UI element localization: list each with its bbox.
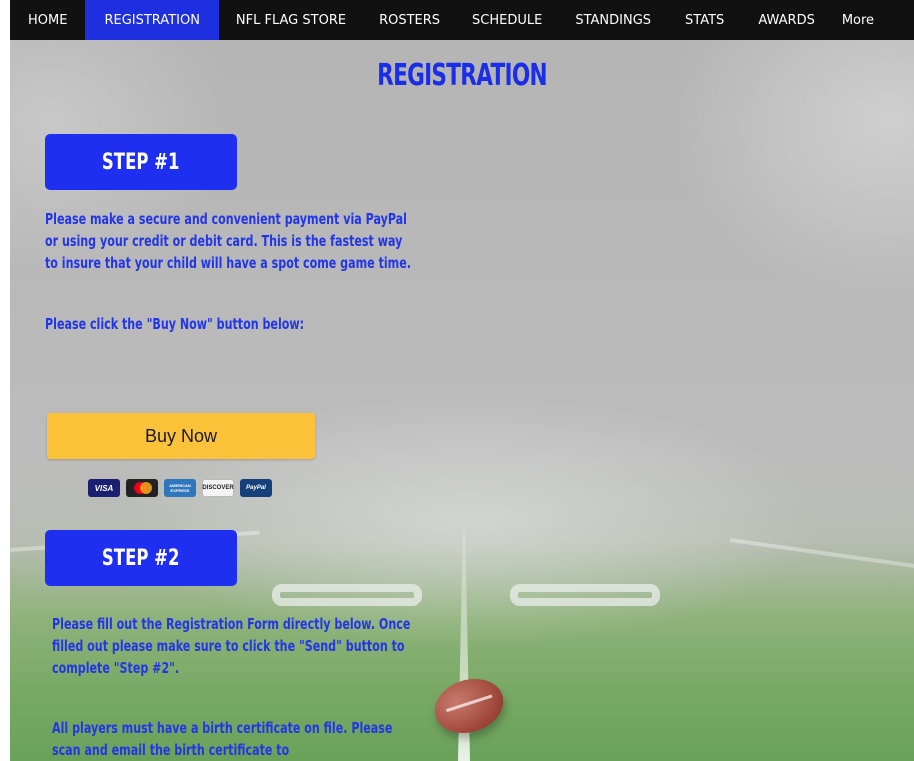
- top-navigation: HOME REGISTRATION NFL FLAG STORE ROSTERS…: [10, 0, 914, 40]
- step-1-line: to insure that your child will have a sp…: [45, 254, 411, 272]
- nav-rosters[interactable]: ROSTERS: [363, 0, 456, 40]
- step-1-line: or using your credit or debit card. This…: [45, 232, 403, 250]
- step-1-line: Please make a secure and convenient paym…: [45, 210, 407, 228]
- paypal-icon: PayPal: [240, 479, 272, 497]
- step-1-label: STEP #1: [102, 149, 180, 175]
- nav-more[interactable]: More: [832, 0, 884, 40]
- nav-home[interactable]: HOME: [10, 0, 85, 40]
- nav-stats[interactable]: STATS: [668, 0, 741, 40]
- step-2-note-line: All players must have a birth certificat…: [52, 719, 393, 737]
- sideline-right: [729, 538, 914, 569]
- step-2-badge: STEP #2: [45, 530, 237, 586]
- payment-cards: VISA AMERICAN EXPRESS DISCOVER PayPal: [88, 479, 272, 497]
- step-1-instruction-text: Please click the "Buy Now" button below:: [45, 315, 305, 333]
- step-2-note: All players must have a birth certificat…: [52, 717, 512, 761]
- step-2-label: STEP #2: [102, 545, 180, 571]
- nav-awards[interactable]: AWARDS: [741, 0, 832, 40]
- visa-card-icon: VISA: [88, 479, 120, 497]
- discover-card-icon: DISCOVER: [202, 479, 234, 497]
- nav-standings[interactable]: STANDINGS: [558, 0, 668, 40]
- amex-label: AMERICAN EXPRESS: [169, 483, 191, 493]
- nav-schedule[interactable]: SCHEDULE: [456, 0, 558, 40]
- step-2-line: complete "Step #2".: [52, 659, 180, 677]
- step-2-note-line: scan and email the birth certificate to: [52, 741, 290, 759]
- step-1-instruction: Please click the "Buy Now" button below:: [45, 313, 395, 335]
- yard-number-5: [272, 584, 422, 606]
- page-title: REGISTRATION: [377, 58, 547, 93]
- step-1-paragraph: Please make a secure and convenient paym…: [45, 208, 540, 274]
- buy-now-button[interactable]: Buy Now: [47, 413, 315, 459]
- step-2-line: filled out please make sure to click the…: [52, 637, 405, 655]
- nav-registration[interactable]: REGISTRATION: [85, 0, 219, 40]
- nav-nfl-flag-store[interactable]: NFL FLAG STORE: [219, 0, 363, 40]
- mastercard-icon: [126, 479, 158, 497]
- step-2-line: Please fill out the Registration Form di…: [52, 615, 411, 633]
- step-1-badge: STEP #1: [45, 134, 237, 190]
- yard-number-0: [510, 584, 660, 606]
- amex-card-icon: AMERICAN EXPRESS: [164, 479, 196, 497]
- step-2-paragraph: Please fill out the Registration Form di…: [52, 613, 536, 679]
